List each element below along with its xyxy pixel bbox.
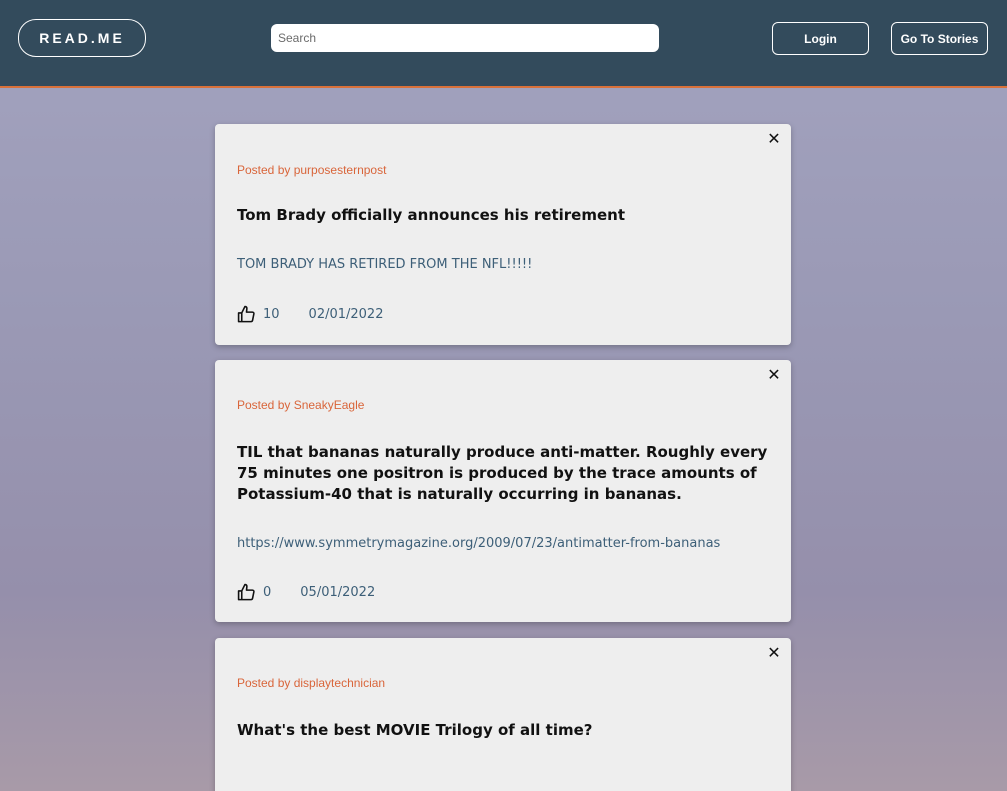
go-to-stories-button[interactable]: Go To Stories [891,22,988,55]
thumbs-up-icon[interactable] [237,583,256,602]
post-card: ✕ Posted by SneakyEagle TIL that bananas… [215,360,791,622]
post-author[interactable]: Posted by purposesternpost [237,163,386,177]
close-icon[interactable]: ✕ [767,644,781,662]
post-title[interactable]: TIL that bananas naturally produce anti-… [237,442,769,505]
post-date: 05/01/2022 [300,585,376,600]
post-title[interactable]: What's the best MOVIE Trilogy of all tim… [237,720,769,741]
post-author[interactable]: Posted by SneakyEagle [237,398,364,412]
post-meta: 0 05/01/2022 [237,583,375,602]
navbar: READ.ME Login Go To Stories [0,0,1007,88]
post-body: TOM BRADY HAS RETIRED FROM THE NFL!!!!! [237,257,533,272]
post-link[interactable]: https://www.symmetrymagazine.org/2009/07… [237,536,769,551]
post-meta: 10 02/01/2022 [237,305,383,324]
search-input[interactable] [271,24,659,52]
logo-button[interactable]: READ.ME [18,19,146,57]
post-card: ✕ Posted by displaytechnician What's the… [215,638,791,791]
post-card: ✕ Posted by purposesternpost Tom Brady o… [215,124,791,345]
thumbs-up-icon[interactable] [237,305,256,324]
login-button[interactable]: Login [772,22,869,55]
post-author[interactable]: Posted by displaytechnician [237,676,385,690]
like-count: 0 [263,585,272,600]
post-title[interactable]: Tom Brady officially announces his retir… [237,205,769,226]
close-icon[interactable]: ✕ [767,130,781,148]
close-icon[interactable]: ✕ [767,366,781,384]
post-date: 02/01/2022 [308,307,384,322]
like-count: 10 [263,307,280,322]
